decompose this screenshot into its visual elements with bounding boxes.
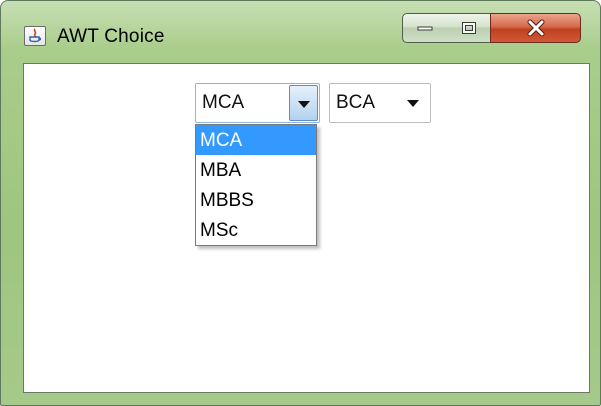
choice-value: MCA	[202, 92, 245, 113]
list-item[interactable]: MSc	[196, 215, 316, 245]
dropdown-list: MCA MBA MBBS MSc	[195, 124, 317, 246]
list-item[interactable]: MBBS	[196, 185, 316, 215]
maximize-button[interactable]	[447, 13, 491, 43]
choice-value: BCA	[336, 92, 376, 113]
chevron-down-icon	[298, 101, 310, 108]
close-button[interactable]	[490, 13, 581, 43]
close-icon	[527, 19, 544, 37]
list-item[interactable]: MCA	[196, 125, 316, 155]
title-bar[interactable]: AWT Choice	[1, 1, 600, 63]
list-item[interactable]: MBA	[196, 155, 316, 185]
maximize-icon	[461, 22, 476, 34]
chevron-down-icon	[407, 100, 419, 107]
degree-choice[interactable]: BCA	[329, 83, 431, 123]
minimize-button[interactable]	[402, 13, 448, 43]
client-area: MCA BCA MCA MBA MBBS MSc	[23, 63, 590, 393]
java-app-icon[interactable]	[24, 26, 46, 46]
minimize-icon	[417, 26, 433, 31]
dropdown-button[interactable]	[289, 85, 318, 121]
app-window: AWT Choice MCA BCA MCA MBA MBBS MSc	[0, 0, 601, 406]
course-choice[interactable]: MCA	[195, 83, 320, 123]
window-title: AWT Choice	[57, 26, 165, 47]
